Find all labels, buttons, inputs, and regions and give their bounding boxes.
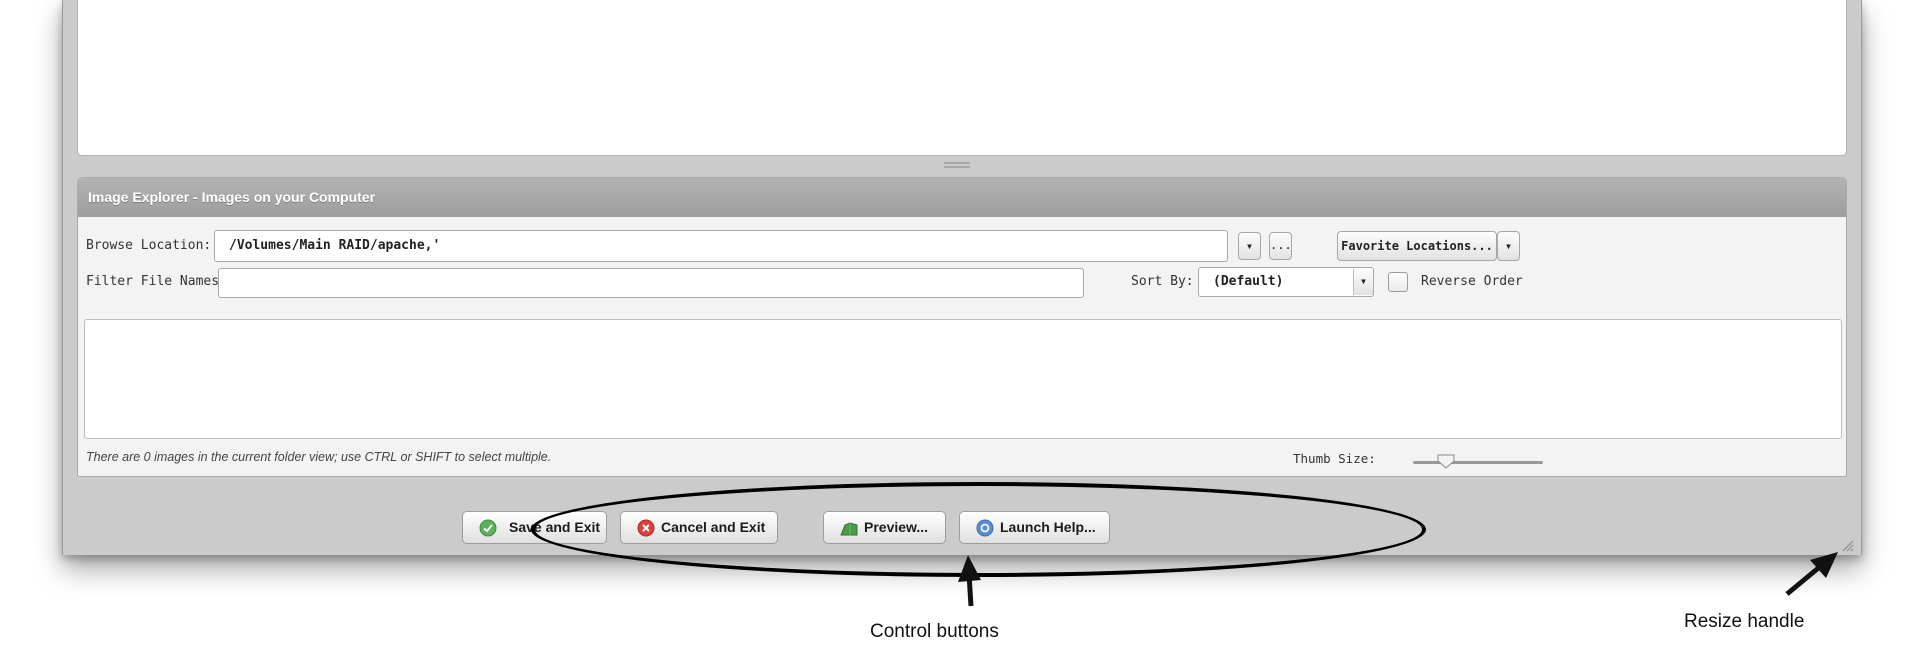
control-buttons-annotation: Control buttons xyxy=(867,620,1002,644)
resize-handle-annotation: Resize handle xyxy=(1681,610,1808,634)
arrow-up-icon xyxy=(958,555,981,607)
arrow-diagonal-icon xyxy=(1785,552,1838,596)
annotation-arrows xyxy=(958,552,1838,607)
